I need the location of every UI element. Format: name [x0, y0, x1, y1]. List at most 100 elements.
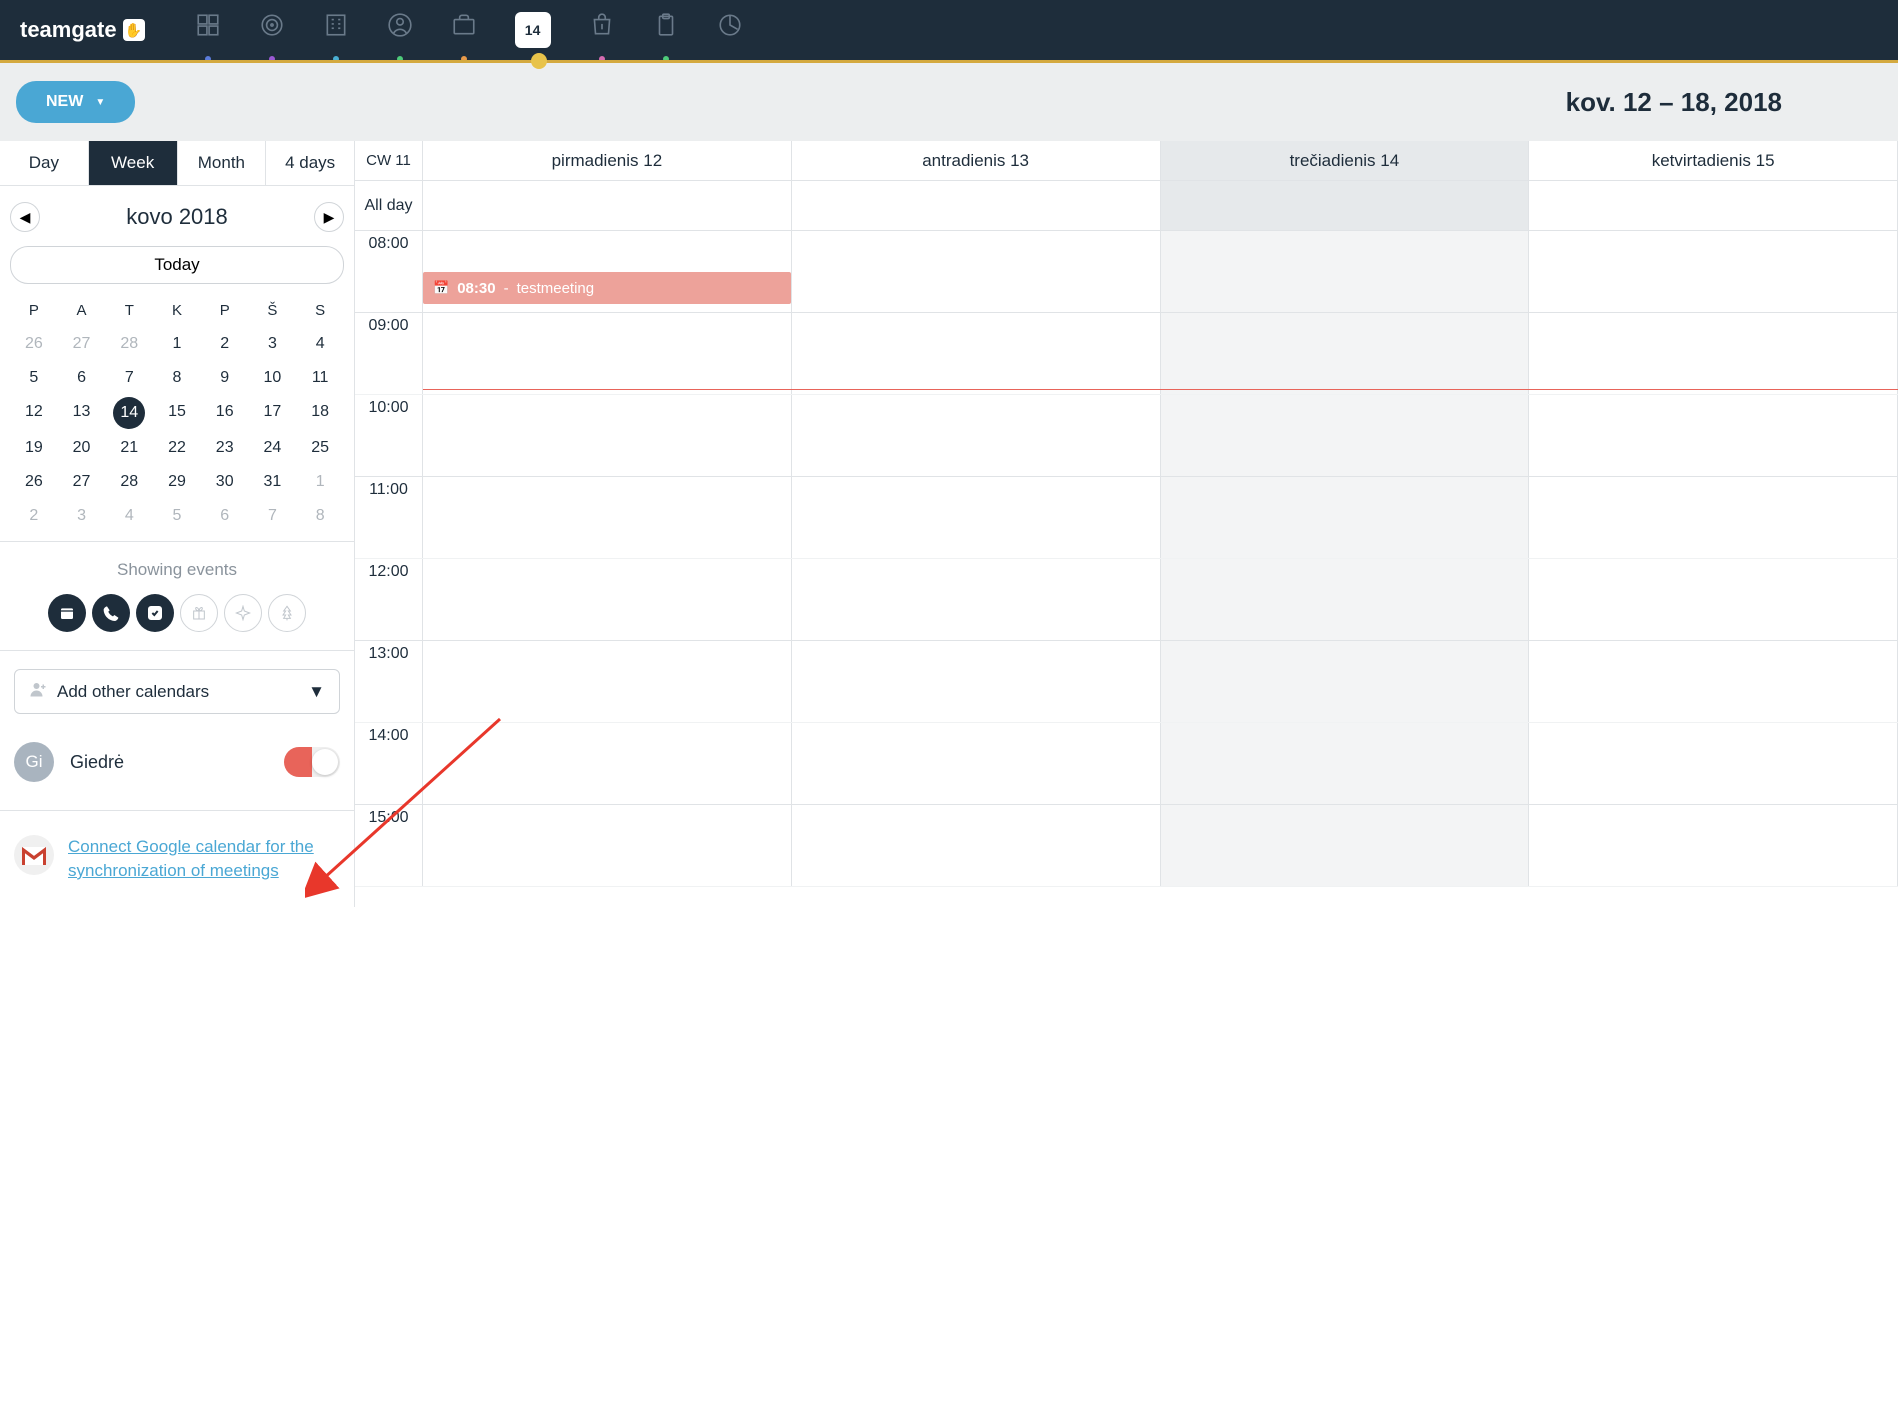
mini-cal-day[interactable]: 5 — [10, 369, 58, 387]
cal-slot[interactable] — [1161, 231, 1530, 312]
mini-cal-day[interactable]: 1 — [153, 335, 201, 353]
cal-slot[interactable] — [792, 313, 1161, 394]
nav-deals[interactable] — [451, 12, 477, 48]
cal-day-header[interactable]: trečiadienis 14 — [1161, 141, 1530, 180]
view-btn-month[interactable]: Month — [178, 141, 267, 185]
cal-slot[interactable] — [792, 559, 1161, 640]
cal-slot[interactable] — [423, 641, 792, 722]
mini-cal-day[interactable]: 26 — [10, 335, 58, 353]
cal-day-header[interactable]: antradienis 13 — [792, 141, 1161, 180]
nav-calendar[interactable]: 14 — [515, 12, 551, 48]
nav-files[interactable] — [653, 12, 679, 48]
cal-slot[interactable] — [1529, 395, 1898, 476]
cal-allday-slot[interactable] — [1529, 181, 1898, 230]
mini-cal-day[interactable]: 19 — [10, 439, 58, 457]
cal-slot[interactable] — [1161, 313, 1530, 394]
cal-slot[interactable] — [1529, 313, 1898, 394]
mini-cal-day[interactable]: 3 — [58, 507, 106, 525]
mini-cal-day[interactable]: 16 — [201, 403, 249, 423]
cal-day-header[interactable]: pirmadienis 12 — [423, 141, 792, 180]
mini-cal-day[interactable]: 12 — [10, 403, 58, 423]
mini-cal-day[interactable]: 18 — [296, 403, 344, 423]
mini-cal-day[interactable]: 2 — [201, 335, 249, 353]
cal-slot[interactable] — [1161, 805, 1530, 886]
cal-slot[interactable] — [1529, 805, 1898, 886]
mini-cal-day[interactable]: 10 — [249, 369, 297, 387]
google-connect-link[interactable]: Connect Google calendar for the synchron… — [68, 835, 340, 883]
cal-slot[interactable] — [792, 231, 1161, 312]
prev-month-button[interactable]: ◀ — [10, 202, 40, 232]
mini-cal-day[interactable]: 14 — [105, 403, 153, 423]
mini-cal-day[interactable]: 20 — [58, 439, 106, 457]
cal-slot[interactable] — [792, 641, 1161, 722]
filter-phone-icon[interactable] — [92, 594, 130, 632]
cal-slot[interactable] — [792, 805, 1161, 886]
mini-cal-day[interactable]: 26 — [10, 473, 58, 491]
nav-reports[interactable] — [717, 12, 743, 48]
cal-day-header[interactable]: ketvirtadienis 15 — [1529, 141, 1898, 180]
next-month-button[interactable]: ▶ — [314, 202, 344, 232]
mini-cal-day[interactable]: 24 — [249, 439, 297, 457]
mini-cal-day[interactable]: 17 — [249, 403, 297, 423]
calendar-event[interactable]: 📅08:30-testmeeting — [423, 272, 791, 304]
cal-slot[interactable] — [423, 477, 792, 558]
mini-cal-day[interactable]: 8 — [153, 369, 201, 387]
mini-cal-day[interactable]: 1 — [296, 473, 344, 491]
mini-cal-day[interactable]: 9 — [201, 369, 249, 387]
mini-cal-day[interactable]: 13 — [58, 403, 106, 423]
add-calendars-dropdown[interactable]: Add other calendars ▼ — [14, 669, 340, 714]
cal-slot[interactable] — [1529, 477, 1898, 558]
cal-allday-slot[interactable] — [423, 181, 792, 230]
mini-cal-day[interactable]: 30 — [201, 473, 249, 491]
mini-cal-day[interactable]: 4 — [296, 335, 344, 353]
new-button[interactable]: NEW ▼ — [16, 81, 135, 123]
cal-slot[interactable] — [1161, 477, 1530, 558]
mini-cal-day[interactable]: 7 — [249, 507, 297, 525]
view-btn-day[interactable]: Day — [0, 141, 89, 185]
cal-slot[interactable] — [423, 313, 792, 394]
mini-cal-day[interactable]: 2 — [10, 507, 58, 525]
mini-cal-day[interactable]: 6 — [58, 369, 106, 387]
view-btn-week[interactable]: Week — [89, 141, 178, 185]
nav-companies[interactable] — [323, 12, 349, 48]
filter-task-icon[interactable] — [136, 594, 174, 632]
cal-slot[interactable] — [1161, 559, 1530, 640]
mini-cal-day[interactable]: 31 — [249, 473, 297, 491]
mini-cal-day[interactable]: 28 — [105, 473, 153, 491]
filter-calendar-icon[interactable] — [48, 594, 86, 632]
mini-cal-day[interactable]: 15 — [153, 403, 201, 423]
view-btn-4days[interactable]: 4 days — [266, 141, 354, 185]
today-button[interactable]: Today — [10, 246, 344, 284]
cal-slot[interactable] — [423, 559, 792, 640]
mini-cal-day[interactable]: 8 — [296, 507, 344, 525]
mini-cal-day[interactable]: 25 — [296, 439, 344, 457]
cal-slot[interactable] — [1161, 723, 1530, 804]
nav-people[interactable] — [387, 12, 413, 48]
cal-allday-slot[interactable] — [792, 181, 1161, 230]
mini-cal-day[interactable]: 5 — [153, 507, 201, 525]
mini-cal-day[interactable]: 6 — [201, 507, 249, 525]
filter-tree-icon[interactable] — [268, 594, 306, 632]
cal-slot[interactable] — [1161, 641, 1530, 722]
cal-slot[interactable]: 📅08:30-testmeeting — [423, 231, 792, 312]
mini-cal-day[interactable]: 27 — [58, 473, 106, 491]
cal-slot[interactable] — [1529, 231, 1898, 312]
nav-dashboard[interactable] — [195, 12, 221, 48]
cal-slot[interactable] — [1529, 641, 1898, 722]
cal-slot[interactable] — [423, 395, 792, 476]
nav-products[interactable] — [589, 12, 615, 48]
cal-slot[interactable] — [1529, 723, 1898, 804]
cal-slot[interactable] — [1161, 395, 1530, 476]
mini-cal-day[interactable]: 21 — [105, 439, 153, 457]
cal-slot[interactable] — [1529, 559, 1898, 640]
mini-cal-day[interactable]: 27 — [58, 335, 106, 353]
filter-gift-icon[interactable] — [180, 594, 218, 632]
mini-cal-day[interactable]: 28 — [105, 335, 153, 353]
cal-slot[interactable] — [792, 395, 1161, 476]
cal-slot[interactable] — [792, 723, 1161, 804]
mini-cal-day[interactable]: 29 — [153, 473, 201, 491]
mini-cal-day[interactable]: 22 — [153, 439, 201, 457]
filter-plane-icon[interactable] — [224, 594, 262, 632]
mini-cal-day[interactable]: 7 — [105, 369, 153, 387]
cal-slot[interactable] — [792, 477, 1161, 558]
